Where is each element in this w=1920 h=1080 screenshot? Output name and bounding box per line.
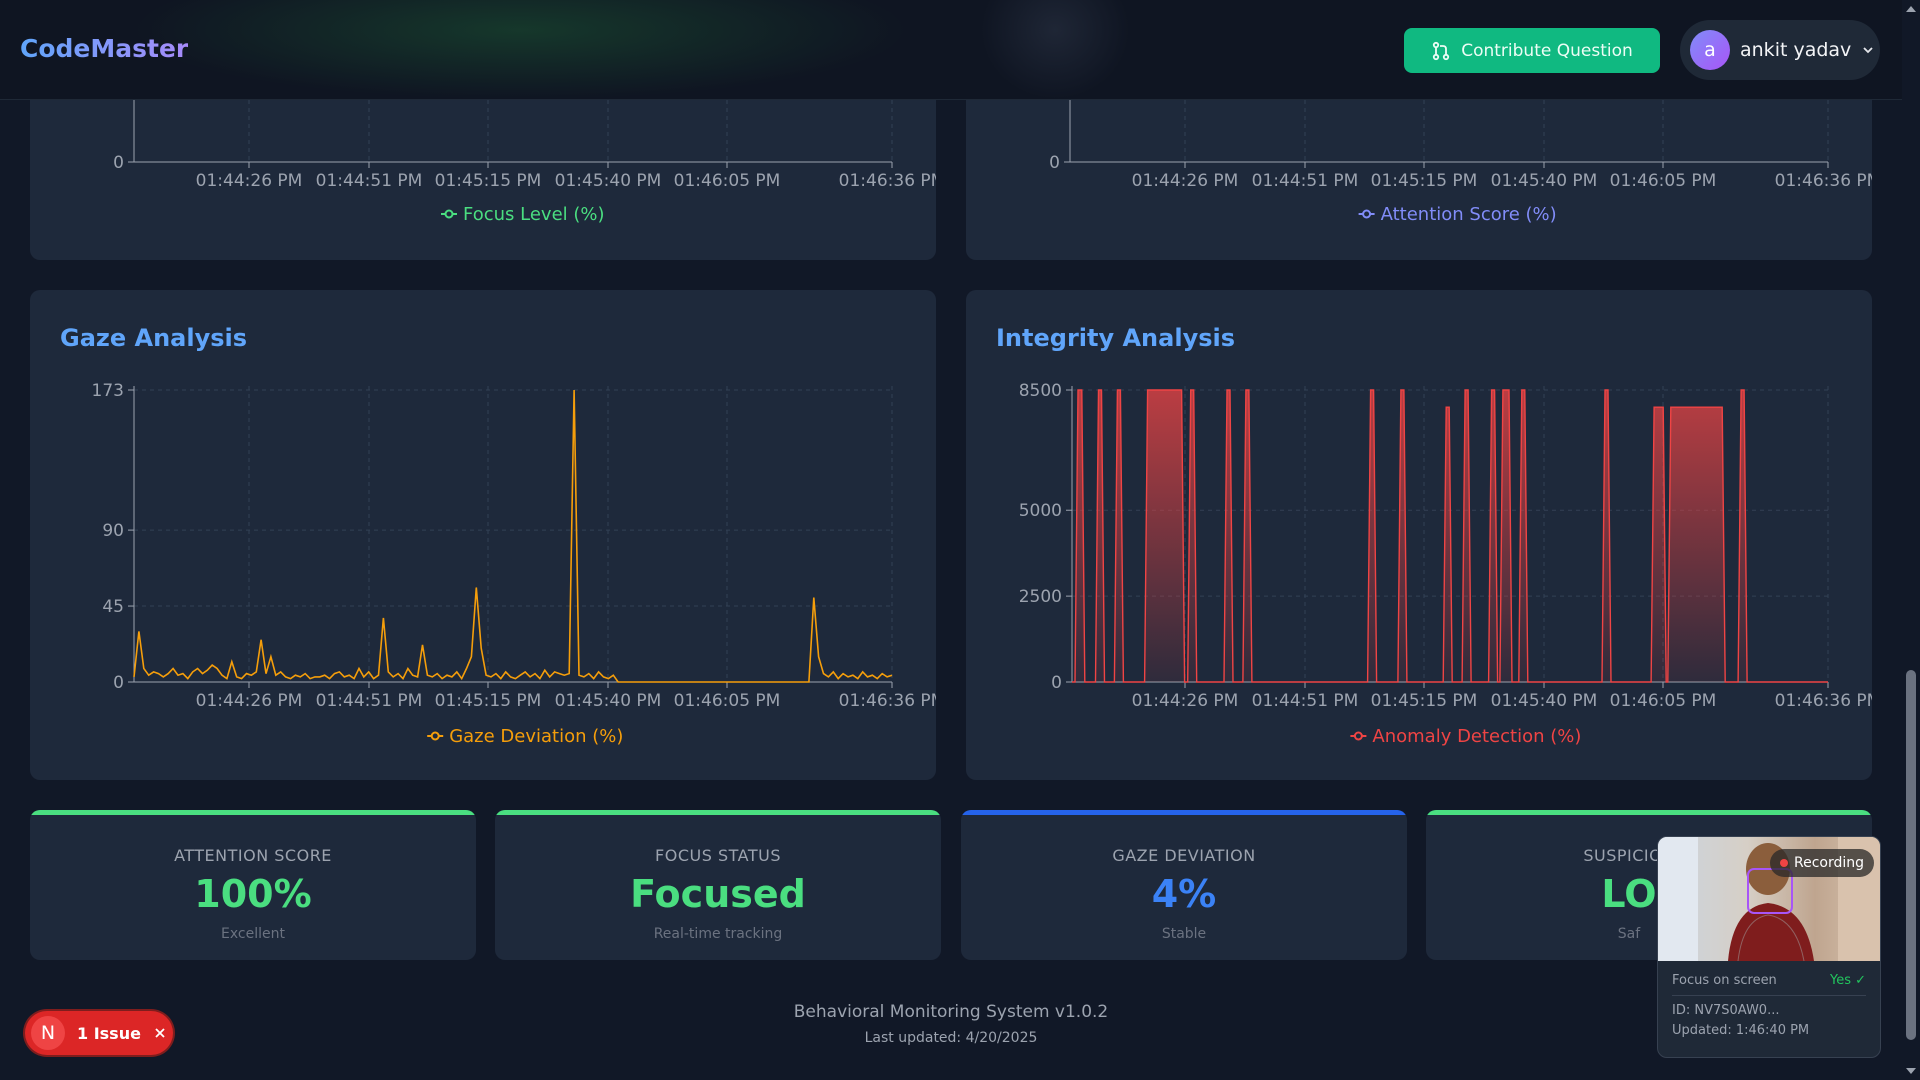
x-tick-label: 01:46:05 PM <box>1610 691 1717 711</box>
legend-marker <box>1353 731 1363 741</box>
issue-badge[interactable]: N 1 Issue <box>25 1011 173 1055</box>
recording-label: Recording <box>1793 855 1865 871</box>
legend-marker <box>444 209 454 219</box>
integrity-analysis-card: Integrity Analysis 0 2500 5000 8500 01:44:26… <box>966 290 1872 780</box>
gaze-analysis-card: Gaze Analysis 0 45 90 173 01:44:26 PM 01:44:5… <box>30 290 936 780</box>
x-tick-label: 01:46:36 PM <box>1775 171 1872 191</box>
x-tick-label: 01:46:36 PM <box>1775 691 1872 711</box>
y-tick-label: 5000 <box>1019 501 1062 521</box>
focus-on-screen-value: Yes ✓ <box>1829 973 1866 988</box>
contribute-question-label: Contribute Question <box>1461 40 1633 61</box>
x-tick-label: 01:45:15 PM <box>435 171 542 191</box>
user-name: ankit yadav <box>1740 39 1852 61</box>
contribute-question-button[interactable]: Contribute Question <box>1404 28 1660 73</box>
app-logo[interactable]: CodeMaster <box>20 34 188 63</box>
recording-dot-icon <box>1779 859 1788 867</box>
focus-on-screen-label: Focus on screen <box>1672 973 1777 988</box>
gaze-deviation-label: GAZE DEVIATION <box>1112 846 1256 865</box>
y-tick-label: 45 <box>102 597 124 617</box>
x-tick-label: 01:45:15 PM <box>1371 171 1478 191</box>
y-tick-label: 8500 <box>1019 381 1062 401</box>
scroll-down-arrow-icon[interactable] <box>1906 1068 1916 1074</box>
webcam-preview[interactable]: Recording Focus on screen Yes ✓ ID: NV7S… <box>1657 836 1881 1058</box>
x-tick-label: 01:45:40 PM <box>555 691 662 711</box>
chevron-down-icon <box>1863 47 1873 54</box>
nextjs-logo-icon: N <box>31 1016 65 1050</box>
y-tick-label: 90 <box>102 521 124 541</box>
focus-status-label: FOCUS STATUS <box>655 846 781 865</box>
webcam-divider <box>1672 995 1866 996</box>
scroll-thumb[interactable] <box>1906 670 1916 1040</box>
legend-label: Attention Score (%) <box>1381 204 1557 225</box>
x-tick-label: 01:46:05 PM <box>1610 171 1717 191</box>
x-tick-label: 01:44:26 PM <box>1132 691 1239 711</box>
focus-status-card: FOCUS STATUS Focused Real-time tracking <box>495 810 941 960</box>
focus-status-accent <box>495 810 941 815</box>
attention-score-card: ATTENTION SCORE 100% Excellent <box>30 810 476 960</box>
header-glow <box>130 0 910 100</box>
legend-label: Gaze Deviation (%) <box>449 726 623 747</box>
y-tick-label: 173 <box>92 381 124 401</box>
git-pull-request-icon <box>1433 41 1450 60</box>
x-tick-label: 01:45:40 PM <box>555 171 662 191</box>
gaze-deviation-accent <box>961 810 1407 815</box>
x-tick-label: 01:45:40 PM <box>1491 691 1598 711</box>
x-tick-label: 01:45:40 PM <box>1491 171 1598 191</box>
legend-marker <box>1362 209 1372 219</box>
scroll-up-arrow-icon[interactable] <box>1906 6 1916 12</box>
attention-score-label: ATTENTION SCORE <box>174 846 332 865</box>
attention-score-accent <box>30 810 476 815</box>
focus-status-sub: Real-time tracking <box>653 926 783 942</box>
x-tick-label: 01:44:51 PM <box>316 691 423 711</box>
x-tick-label: 01:45:15 PM <box>1371 691 1478 711</box>
y-tick-label: 2500 <box>1019 587 1062 607</box>
webcam-updated: Updated: 1:46:40 PM <box>1672 1023 1810 1038</box>
webcam-wall <box>1658 837 1698 961</box>
gaze-deviation-value: 4% <box>1151 872 1217 916</box>
x-tick-label: 01:44:51 PM <box>316 171 423 191</box>
x-tick-label: 01:46:05 PM <box>674 171 781 191</box>
x-tick-label: 01:44:51 PM <box>1252 691 1359 711</box>
x-tick-label: 01:44:26 PM <box>1132 171 1239 191</box>
legend-label: Anomaly Detection (%) <box>1372 726 1581 747</box>
page-scrollbar[interactable] <box>1902 0 1920 1080</box>
top-navbar: CodeMaster Contribute Question a ankit y… <box>0 0 1902 100</box>
suspicion-accent <box>1426 810 1872 815</box>
y-tick-label: 0 <box>1051 673 1062 693</box>
x-tick-label: 01:44:26 PM <box>196 691 303 711</box>
legend-label: Focus Level (%) <box>463 204 605 225</box>
webcam-video: Recording <box>1658 837 1880 962</box>
footer-title: Behavioral Monitoring System v1.0.2 <box>793 1002 1109 1022</box>
gaze-chart: 0 45 90 173 01:44:26 PM 01:44:51 PM 01:45:15 P… <box>92 381 936 747</box>
session-id: ID: NV7S0AW0... <box>1672 1003 1780 1018</box>
x-tick-label: 01:46:36 PM <box>839 171 936 191</box>
footer-last-updated: Last updated: 4/20/2025 <box>864 1030 1038 1046</box>
y-tick-label: 0 <box>1049 153 1060 173</box>
user-menu[interactable]: a ankit yadav <box>1680 20 1880 80</box>
gaze-deviation-series <box>133 389 893 683</box>
x-tick-label: 01:46:36 PM <box>839 691 936 711</box>
avatar: a <box>1690 30 1730 70</box>
x-tick-label: 01:44:26 PM <box>196 171 303 191</box>
header-glow-secondary <box>980 0 1130 100</box>
y-tick-label: 0 <box>113 673 124 693</box>
focus-status-value: Focused <box>630 872 806 916</box>
integrity-chart: 0 2500 5000 8500 01:44:26 PM 01:44:51 PM 01:45… <box>1019 381 1872 747</box>
attention-score-sub: Excellent <box>221 926 285 942</box>
x-tick-label: 01:46:05 PM <box>674 691 781 711</box>
gaze-deviation-sub: Stable <box>1161 926 1207 942</box>
x-tick-label: 01:44:51 PM <box>1252 171 1359 191</box>
issue-count-label[interactable]: 1 Issue <box>77 1024 141 1043</box>
recording-indicator: Recording <box>1770 849 1874 877</box>
attention-score-value: 100% <box>194 872 312 916</box>
legend-marker <box>430 731 440 741</box>
y-tick-label: 0 <box>113 153 124 173</box>
close-icon[interactable] <box>153 1026 167 1040</box>
gaze-deviation-card: GAZE DEVIATION 4% Stable <box>961 810 1407 960</box>
x-tick-label: 01:45:15 PM <box>435 691 542 711</box>
webcam-person-body <box>1728 903 1814 961</box>
